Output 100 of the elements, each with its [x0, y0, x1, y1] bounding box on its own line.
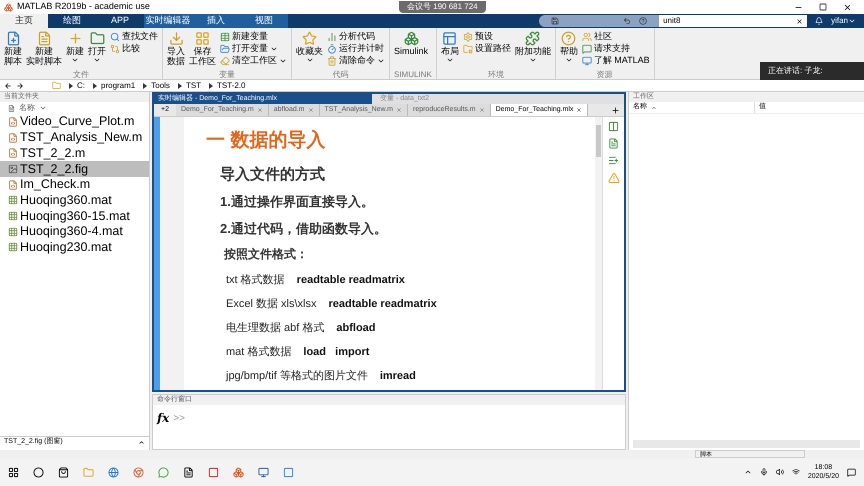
close-icon[interactable] [843, 2, 852, 12]
ribbon-button[interactable]: 了解 MATLAB [582, 55, 650, 66]
layout-icon[interactable] [608, 121, 619, 132]
ribbon-button[interactable]: 比较 [110, 43, 158, 54]
forward-icon[interactable] [16, 82, 24, 90]
app-icon[interactable] [208, 466, 219, 478]
file-item[interactable]: Huoqing360-15.mat [0, 208, 149, 224]
caret-icon [39, 104, 47, 112]
path-segment[interactable]: Tools [151, 80, 170, 92]
chat-icon[interactable] [158, 466, 169, 478]
path-segment[interactable]: program1 [101, 80, 136, 92]
file-icon [8, 104, 15, 112]
window-title: MATLAB R2019b - academic use [17, 0, 150, 14]
ribbon-button[interactable]: 打开 [88, 28, 106, 70]
script-file-icon [8, 148, 18, 158]
ribbon-button[interactable]: 请求支持 [582, 43, 650, 54]
microphone-icon[interactable] [760, 468, 768, 476]
ribbon-icon [90, 31, 104, 46]
app-icon[interactable] [258, 466, 269, 478]
ribbon-button[interactable]: 社区 [582, 31, 650, 42]
scrollbar[interactable] [595, 117, 602, 390]
ribbon-button[interactable]: 分析代码 [327, 31, 385, 42]
maximize-icon[interactable] [819, 2, 827, 10]
command-prompt: >> [173, 412, 186, 426]
close-tab-icon[interactable] [576, 107, 582, 113]
path-segment[interactable]: TST-2.0 [217, 80, 246, 92]
search-field[interactable]: unit8 [659, 15, 808, 27]
ribbon-button[interactable]: 设置路径 [462, 43, 511, 54]
group-label: 环境 [486, 70, 505, 79]
output-inline-icon[interactable] [608, 138, 619, 149]
file-item[interactable]: Huoqing230.mat [0, 240, 149, 256]
network-icon[interactable] [792, 468, 800, 476]
ribbon-button[interactable]: 运行并计时 [327, 43, 385, 54]
tray-expand-icon[interactable] [744, 468, 752, 476]
ribbon-button[interactable]: 预设 [462, 31, 511, 42]
ribbon-tab[interactable]: 主页 [0, 14, 48, 28]
start-icon[interactable] [8, 466, 19, 478]
script-file-icon [8, 180, 18, 190]
document-icon[interactable] [183, 466, 194, 478]
save-icon[interactable] [551, 17, 560, 25]
text-line: 2.通过代码，借助函数导入。 [219, 220, 388, 238]
caret-icon [93, 56, 101, 64]
ribbon-button[interactable]: 导入 数据 [167, 28, 185, 70]
column-header[interactable]: 名称 [19, 102, 35, 114]
figure-file-icon [8, 164, 18, 174]
ribbon-tab[interactable]: 绘图 [48, 14, 96, 28]
path-segment[interactable]: TST [186, 80, 202, 92]
store-icon[interactable] [58, 466, 69, 478]
file-item[interactable]: Im_Check.m [0, 176, 149, 192]
expand-icon[interactable] [138, 439, 145, 446]
file-item[interactable]: Huoqing360.mat [0, 192, 149, 208]
ribbon-button[interactable]: 保存 工作区 [189, 28, 216, 70]
task-view-icon[interactable] [33, 466, 44, 478]
ribbon-button[interactable]: 新建 脚本 [4, 28, 22, 70]
ribbon-button[interactable]: 清除命令 [327, 55, 385, 66]
path-segment[interactable]: C: [77, 80, 85, 92]
ribbon-tab[interactable]: APP [96, 14, 144, 28]
undo-icon[interactable] [623, 17, 632, 25]
ribbon-button[interactable]: 布局 [440, 28, 459, 70]
back-icon[interactable] [4, 82, 12, 90]
notification-icon[interactable] [847, 468, 856, 476]
app-logo-icon [4, 2, 13, 12]
browser-icon[interactable] [108, 466, 119, 478]
script-file-icon [8, 132, 18, 143]
ribbon-tab[interactable]: 实时编辑器 [144, 14, 192, 28]
browser-icon[interactable] [133, 466, 144, 478]
ribbon-button[interactable]: 收藏夹 [296, 28, 323, 70]
function-names: abfload [336, 320, 376, 336]
file-item[interactable]: Huoqing360-4.mat [0, 224, 149, 240]
new-tab-icon[interactable] [611, 106, 620, 114]
ribbon-button[interactable]: 帮助 [560, 28, 578, 70]
table-file-icon [8, 210, 18, 221]
ribbon-button[interactable]: Simulink [394, 28, 428, 70]
caret-icon [528, 56, 537, 64]
ribbon-button[interactable]: 新建 [66, 28, 84, 70]
ribbon-icon [582, 56, 592, 66]
bell-icon[interactable] [815, 17, 824, 25]
list-icon[interactable] [608, 155, 619, 166]
function-browser-button[interactable]: fx [157, 409, 170, 427]
ribbon-tab[interactable]: 插入 [192, 14, 240, 28]
file-item[interactable]: Video_Curve_Plot.m [0, 114, 149, 130]
speaker-toast: 正在讲话: 子龙: [760, 62, 864, 80]
ribbon-button[interactable]: 清空工作区 [220, 55, 287, 66]
ribbon-button[interactable]: 新建变量 [220, 31, 287, 42]
file-item[interactable]: TST_2_2.m [0, 145, 149, 162]
ribbon-button[interactable]: 打开变量 [220, 43, 287, 54]
ribbon-button[interactable]: 新建 实时脚本 [26, 28, 62, 70]
ribbon-tab[interactable]: 视图 [240, 14, 288, 28]
ribbon-icon [327, 56, 337, 66]
ribbon-button[interactable]: 附加功能 [514, 28, 551, 70]
ribbon-button[interactable]: 查找文件 [110, 31, 158, 42]
clear-icon[interactable] [796, 18, 804, 24]
help-icon[interactable] [639, 17, 648, 25]
volume-icon[interactable] [776, 468, 784, 476]
file-item[interactable]: TST_Analysis_New.m [0, 130, 149, 146]
table-file-icon [8, 195, 18, 206]
app-icon[interactable] [283, 466, 294, 478]
ribbon-icon [36, 31, 52, 46]
user-menu[interactable]: yifan [831, 14, 864, 28]
file-item[interactable]: TST_2_2.fig [0, 161, 149, 177]
